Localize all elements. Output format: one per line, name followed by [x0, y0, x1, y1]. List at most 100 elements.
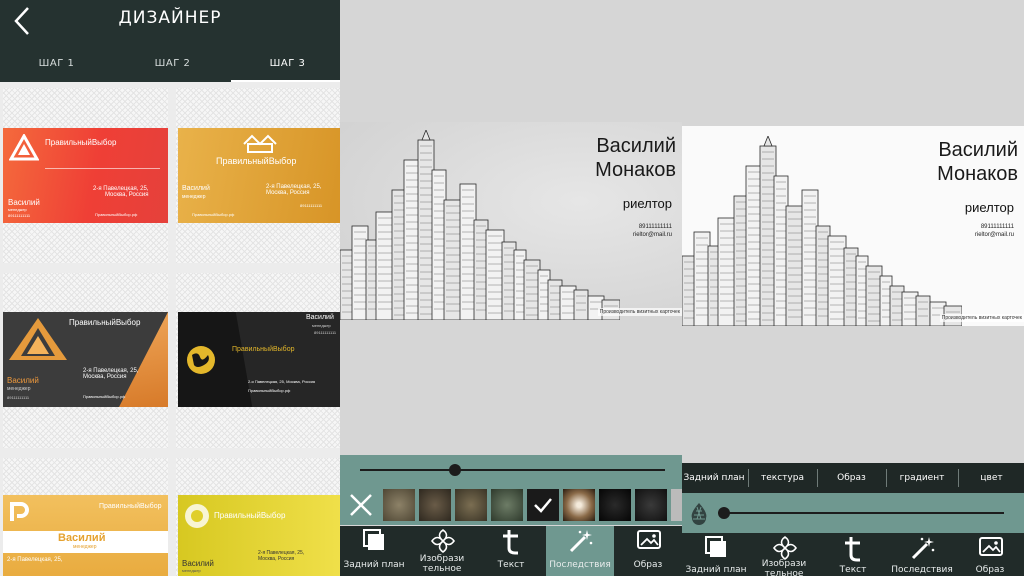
background-slider-thumb[interactable]: [718, 507, 730, 519]
maker-credit: Производитель визитных карточек: [597, 308, 682, 316]
effect-swatch-4[interactable]: [491, 489, 523, 521]
skyline-building: [745, 165, 763, 326]
card-site: ПравильныйВыбор.рф: [192, 212, 235, 217]
effect-swatch-6[interactable]: [563, 489, 595, 521]
card-role: менеджер: [8, 207, 27, 212]
designer-step3-screen: ДИЗАЙНЕР ШАГ 1 ШАГ 2 ШАГ 3 ПравильныйВыб…: [0, 0, 340, 576]
card-person-name: Василий Монаков: [595, 135, 676, 181]
effect-swatch-3[interactable]: [455, 489, 487, 521]
card-role: менеджер: [182, 194, 206, 200]
card-role: менеджер: [7, 386, 31, 392]
effect-slider-thumb[interactable]: [448, 464, 461, 476]
effect-swatch-2[interactable]: [419, 489, 451, 521]
card-name: Василий: [58, 532, 106, 544]
nav-label: Последствия: [549, 560, 611, 570]
close-icon: [350, 494, 372, 516]
active-tab-indicator: [231, 80, 340, 82]
text-icon: [503, 530, 518, 555]
card-brand: ПравильныйВыбор: [69, 318, 141, 327]
city-skyline-illustration: [682, 136, 962, 326]
tab-texture[interactable]: текстура: [749, 463, 816, 493]
skyline-building: [915, 295, 931, 326]
card-site: ПравильныйВыбор.рф: [83, 394, 126, 399]
nav-text[interactable]: Текст: [819, 533, 887, 576]
nav-label: Образ: [975, 565, 1005, 575]
image-icon: [637, 530, 661, 549]
nav-label: Образ: [633, 560, 663, 570]
template-card-dark-orange[interactable]: ПравильныйВыбор Василий менеджер 8911111…: [3, 312, 168, 407]
template-card-gold-band[interactable]: ПравильныйВыбор Василий менеджер 2-я Пав…: [3, 495, 168, 576]
magic-wand-icon: [911, 537, 935, 560]
skyline-building: [523, 259, 541, 320]
card-name: Василий: [306, 314, 334, 321]
nav-image[interactable]: Образ: [614, 526, 682, 576]
page-title: ДИЗАЙНЕР: [118, 8, 222, 28]
skyline-building: [827, 235, 847, 326]
close-button[interactable]: [345, 487, 377, 523]
tab-step-3[interactable]: ШАГ 3: [231, 58, 340, 69]
nav-shapes[interactable]: Изобрази тельное: [408, 526, 476, 576]
skyline-spire: [421, 130, 431, 141]
triangle-logo-icon: [9, 134, 39, 161]
tab-background[interactable]: Задний план: [682, 463, 746, 493]
nav-background[interactable]: Задний план: [340, 526, 408, 576]
business-card-preview: Василий Монаков риелтор 89111111111 riel…: [340, 122, 682, 320]
card-brand: ПравильныйВыбор: [99, 503, 162, 510]
card-name: Василий: [8, 198, 40, 207]
card-phone: 89111111111: [7, 395, 30, 400]
tab-step-1[interactable]: ШАГ 1: [0, 58, 113, 69]
skyline-building: [443, 199, 463, 320]
card-person-email: rieltor@mail.ru: [632, 232, 672, 238]
template-card-red[interactable]: ПравильныйВыбор Василий менеджер 8911111…: [3, 128, 168, 223]
skyline-building: [785, 205, 805, 326]
nav-effects[interactable]: Последствия: [888, 533, 956, 576]
nav-shapes[interactable]: Изобрази тельное: [750, 533, 818, 576]
background-slider-track[interactable]: [724, 512, 1004, 514]
circle-logo-icon: [185, 504, 209, 528]
template-card-gold[interactable]: ПравильныйВыбор Василий менеджер 2-я Пав…: [178, 128, 340, 223]
card-person-role: риелтор: [964, 200, 1014, 215]
card-address: 2-я Павелецкая, 25, Москва, Россия: [248, 379, 316, 384]
tab-gradient[interactable]: градиент: [887, 463, 957, 493]
p-logo-icon: [10, 502, 29, 521]
card-divider: [45, 168, 160, 169]
effect-swatch-1[interactable]: [383, 489, 415, 521]
city-skyline-illustration: [340, 130, 620, 320]
shapes-icon: [773, 536, 797, 560]
card-phone: 89111111111: [300, 203, 323, 208]
effect-swatch-selected[interactable]: [527, 489, 559, 521]
card-brand: ПравильныйВыбор: [214, 511, 286, 520]
effect-swatch-8[interactable]: [635, 489, 667, 521]
card-name: Василий: [182, 185, 210, 192]
nav-text[interactable]: Текст: [477, 526, 545, 576]
template-card-yellow[interactable]: ПравильныйВыбор Василий менеджер 2-я Пав…: [178, 495, 340, 576]
effect-swatch-9[interactable]: [671, 489, 682, 521]
card-site: ПравильныйВыбор.рф: [248, 388, 291, 393]
effect-intensity-bar: [340, 455, 682, 485]
card-person-name: Василий Монаков: [937, 139, 1018, 185]
effect-slider-track[interactable]: [360, 469, 665, 471]
drop-pattern-icon: [691, 503, 707, 525]
nav-background[interactable]: Задний план: [682, 533, 750, 576]
skyline-spire: [763, 136, 773, 147]
card-person-phone: 89111111111: [638, 224, 672, 230]
image-icon: [979, 537, 1003, 556]
nav-label: Текст: [497, 560, 525, 570]
nav-label: Задний план: [343, 560, 405, 570]
effect-swatch-7[interactable]: [599, 489, 631, 521]
tab-image[interactable]: Образ: [818, 463, 885, 493]
card-name: Василий: [182, 559, 214, 568]
card-address: 2-я Павелецкая, 25, Москва, Россия: [266, 184, 322, 196]
tab-step-2[interactable]: ШАГ 2: [116, 58, 229, 69]
card-address: 2-я Павелецкая, 25, Москва, Россия: [83, 368, 139, 380]
effect-swatch-strip: [340, 485, 682, 525]
card-address: 2-я Павелецкая, 25, Москва, Россия: [93, 186, 149, 198]
card-brand: ПравильныйВыбор: [45, 138, 117, 147]
tab-color[interactable]: цвет: [959, 463, 1024, 493]
nav-effects[interactable]: Последствия: [546, 526, 614, 576]
nav-image[interactable]: Образ: [956, 533, 1024, 576]
layers-icon: [363, 529, 384, 550]
pyramid-logo-icon: [9, 318, 67, 360]
template-card-black[interactable]: ПравильныйВыбор Василий менеджер 8911111…: [178, 312, 340, 407]
skyline-building: [485, 229, 505, 320]
